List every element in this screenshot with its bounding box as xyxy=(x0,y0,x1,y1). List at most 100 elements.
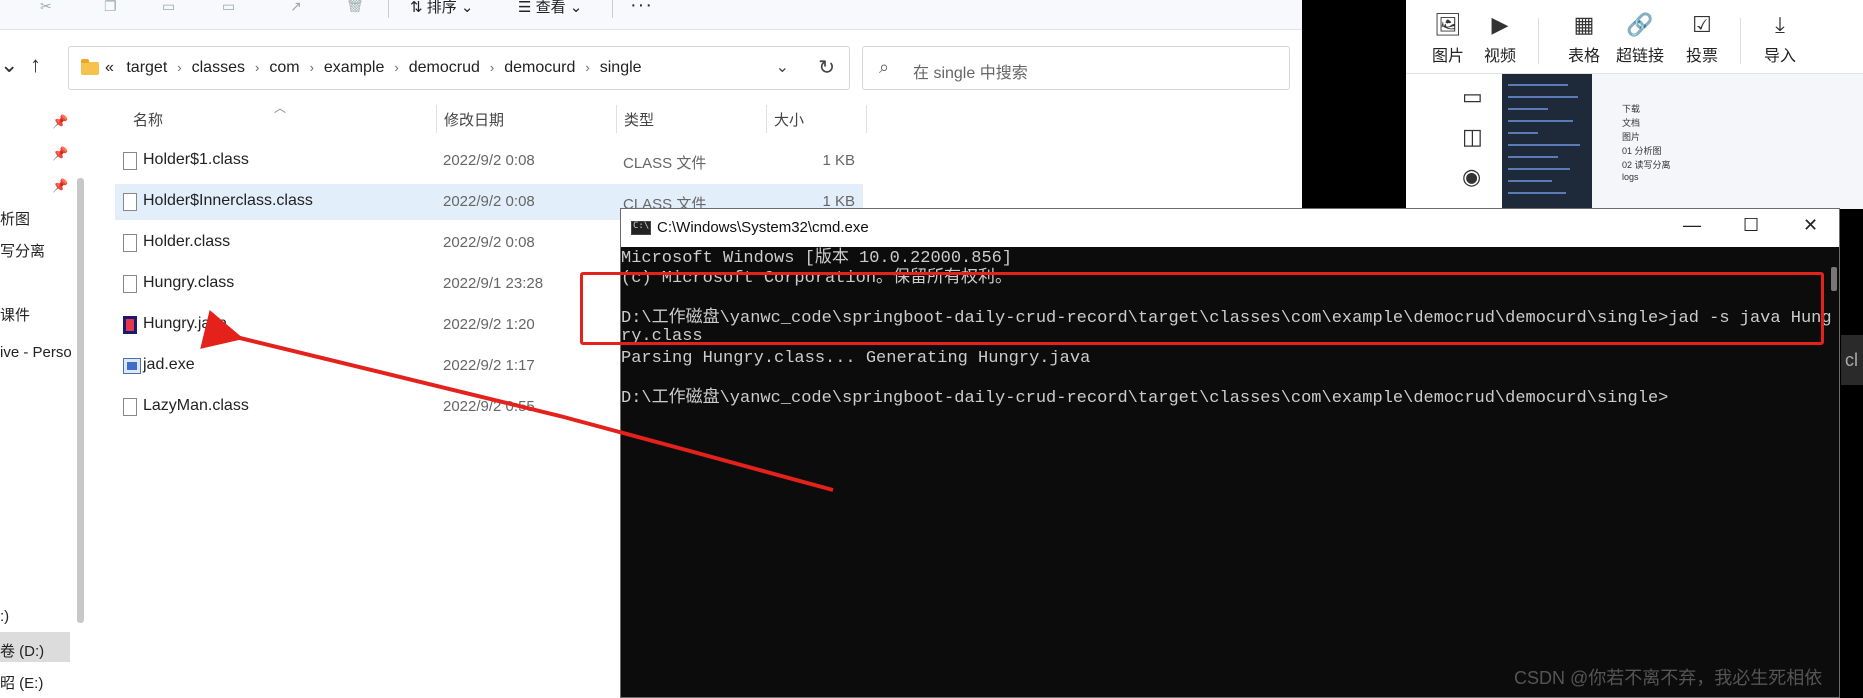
insert-video-button[interactable]: ▶ 视频 xyxy=(1472,12,1528,66)
address-history-chevron-icon[interactable]: ⌄ xyxy=(776,57,789,77)
table-icon: ▦ xyxy=(1573,12,1595,37)
chevron-down-icon[interactable]: ⌄ xyxy=(0,52,18,78)
file-size: 1 KB xyxy=(822,152,855,169)
search-icon: ⌕ xyxy=(879,57,890,77)
rename-icon[interactable]: ▭ xyxy=(222,0,242,12)
search-placeholder[interactable]: 在 single 中搜索 xyxy=(913,59,1028,83)
column-divider[interactable] xyxy=(436,105,437,133)
sidebar-item-drive-e[interactable]: 昭 (E:) xyxy=(0,672,43,693)
breadcrumb-overflow[interactable]: « xyxy=(105,59,114,76)
import-button[interactable]: ⤓ 导入 xyxy=(1752,12,1808,66)
insert-hyperlink-button[interactable]: 🔗 超链接 xyxy=(1608,12,1672,66)
file-name: Holder$Innerclass.class xyxy=(143,192,313,209)
file-name: Holder.class xyxy=(143,233,231,250)
breadcrumb-item[interactable]: target xyxy=(126,59,167,76)
file-date: 2022/9/1 23:28 xyxy=(443,275,544,292)
sidebar-scrollbar[interactable] xyxy=(77,178,84,623)
sidebar-item[interactable]: 析图 xyxy=(0,208,30,229)
breadcrumb-item[interactable]: com xyxy=(269,59,299,76)
view-label: 查看 xyxy=(535,0,566,16)
dark-side-tab[interactable]: cl xyxy=(1841,335,1863,385)
paste-icon[interactable]: ▭ xyxy=(162,0,182,12)
link-icon: 🔗 xyxy=(1626,12,1654,37)
pin-icon[interactable]: 📌 xyxy=(52,146,68,162)
maximize-icon[interactable]: ☐ xyxy=(1743,215,1759,236)
column-divider[interactable] xyxy=(766,105,767,133)
file-date: 2022/9/2 1:17 xyxy=(443,357,535,374)
editor-side-tools: ▭ ◫ ◉ xyxy=(1406,74,1502,209)
ribbon-label: 图片 xyxy=(1431,48,1464,65)
embedded-screenshot-thumbnail xyxy=(1502,74,1592,209)
copy-icon[interactable]: ❐ xyxy=(104,0,124,12)
ribbon-label: 导入 xyxy=(1763,48,1796,65)
navigation-row: ⌄ ↑ « target › classes › com › example › democru… xyxy=(0,40,1302,94)
delete-icon[interactable]: 🗑 xyxy=(346,0,366,12)
thumb-item: logs xyxy=(1622,172,1639,182)
file-date: 2022/9/2 0:55 xyxy=(443,398,535,415)
breadcrumb-separator-icon[interactable]: › xyxy=(255,60,259,75)
cmd-title-bar[interactable]: C:\Windows\System32\cmd.exe — ☐ ✕ xyxy=(621,209,1839,247)
search-box[interactable]: ⌕ 在 single 中搜索 xyxy=(862,46,1290,90)
breadcrumb-item[interactable]: classes xyxy=(192,59,245,76)
column-header-type[interactable]: 类型 xyxy=(624,109,654,130)
insert-picture-button[interactable]: 🖼 图片 xyxy=(1420,12,1476,66)
column-header-size[interactable]: 大小 xyxy=(774,109,804,130)
file-type: CLASS 文件 xyxy=(623,155,707,172)
column-header-name[interactable]: 名称 xyxy=(133,109,163,130)
ribbon-divider xyxy=(1538,18,1539,64)
pin-icon[interactable]: 📌 xyxy=(52,114,68,130)
picture-icon: 🖼 xyxy=(1434,12,1462,37)
file-name: LazyMan.class xyxy=(143,397,249,414)
cut-icon[interactable]: ✂ xyxy=(40,0,60,12)
refresh-icon[interactable]: ↻ xyxy=(818,55,835,80)
breadcrumb-separator-icon[interactable]: › xyxy=(394,60,398,75)
cmd-scrollbar[interactable] xyxy=(1831,267,1837,291)
breadcrumb-item[interactable]: single xyxy=(600,59,642,76)
breadcrumb-separator-icon[interactable]: › xyxy=(177,60,181,75)
sidebar-item-drive-d[interactable]: 卷 (D:) xyxy=(0,640,44,661)
address-bar[interactable]: « target › classes › com › example › democrud › de… xyxy=(68,46,850,90)
breadcrumb-separator-icon[interactable]: › xyxy=(585,60,589,75)
column-header-date[interactable]: 修改日期 xyxy=(444,109,504,130)
column-divider[interactable] xyxy=(616,105,617,133)
breadcrumb-item[interactable]: democurd xyxy=(504,59,575,76)
sort-button[interactable]: ⇅ 排序 ⌄ xyxy=(410,0,474,17)
breadcrumb-item[interactable]: democrud xyxy=(409,59,480,76)
file-date: 2022/9/2 1:20 xyxy=(443,316,535,333)
preview-eye-icon[interactable]: ◉ xyxy=(1462,164,1481,190)
breadcrumb-item[interactable]: example xyxy=(324,59,384,76)
view-button[interactable]: ☰ 查看 ⌄ xyxy=(518,0,582,17)
up-arrow-icon[interactable]: ↑ xyxy=(30,52,41,78)
thumb-item: 下载 xyxy=(1622,104,1641,114)
class-file-icon xyxy=(123,234,137,252)
embedded-explorer-thumbnail: 下载 文档 图片 01 分析图 02 读写分离 logs xyxy=(1592,74,1863,209)
insert-table-button[interactable]: ▦ 表格 xyxy=(1556,12,1612,66)
split-view-icon[interactable]: ◫ xyxy=(1462,124,1483,150)
file-date: 2022/9/2 0:08 xyxy=(443,152,535,169)
breadcrumb-separator-icon[interactable]: › xyxy=(310,60,314,75)
more-options-button[interactable]: ··· xyxy=(630,0,653,17)
breadcrumb-separator-icon[interactable]: › xyxy=(490,60,494,75)
breadcrumb: « target › classes › com › example › democrud › de… xyxy=(105,59,642,77)
layout-icon[interactable]: ▭ xyxy=(1462,84,1483,110)
sidebar-item[interactable]: :) xyxy=(0,608,9,625)
file-date: 2022/9/2 0:08 xyxy=(443,193,535,210)
sort-label: 排序 xyxy=(426,0,457,16)
close-icon[interactable]: ✕ xyxy=(1803,215,1818,236)
sidebar-item[interactable]: 写分离 xyxy=(0,240,45,261)
java-file-icon xyxy=(123,316,137,334)
sidebar-item[interactable]: ive - Perso xyxy=(0,344,72,361)
explorer-toolbar: ✂ ❐ ▭ ▭ ↗ 🗑 ⇅ 排序 ⌄ ☰ 查看 ⌄ ··· xyxy=(0,0,1302,30)
share-icon[interactable]: ↗ xyxy=(290,0,310,12)
column-divider[interactable] xyxy=(866,105,867,133)
sidebar-item[interactable]: 课件 xyxy=(0,304,30,325)
file-row[interactable]: Holder$1.class 2022/9/2 0:08 CLASS 文件 1 … xyxy=(115,143,863,179)
thumb-item: 02 读写分离 xyxy=(1622,160,1671,170)
toolbar-divider xyxy=(612,0,613,18)
pin-icon[interactable]: 📌 xyxy=(52,178,68,194)
cmd-line: D:\工作磁盘\yanwc_code\springboot-daily-crud… xyxy=(621,389,1669,408)
minimize-icon[interactable]: — xyxy=(1683,215,1701,236)
insert-vote-button[interactable]: ☑ 投票 xyxy=(1674,12,1730,66)
class-file-icon xyxy=(123,398,137,416)
sort-caret-icon: ︿ xyxy=(274,101,287,115)
